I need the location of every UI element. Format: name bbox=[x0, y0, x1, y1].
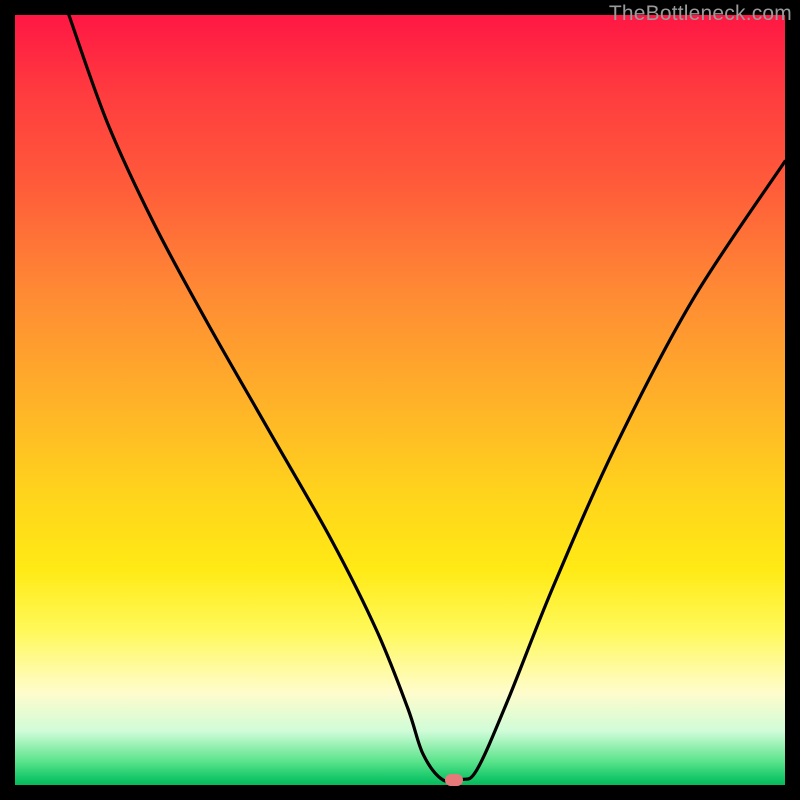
chart-stage: TheBottleneck.com bbox=[0, 0, 800, 800]
optimal-marker bbox=[445, 774, 463, 786]
watermark-label: TheBottleneck.com bbox=[609, 2, 792, 26]
plot-area bbox=[15, 15, 785, 785]
bottleneck-curve bbox=[15, 15, 785, 785]
curve-path bbox=[69, 15, 785, 782]
